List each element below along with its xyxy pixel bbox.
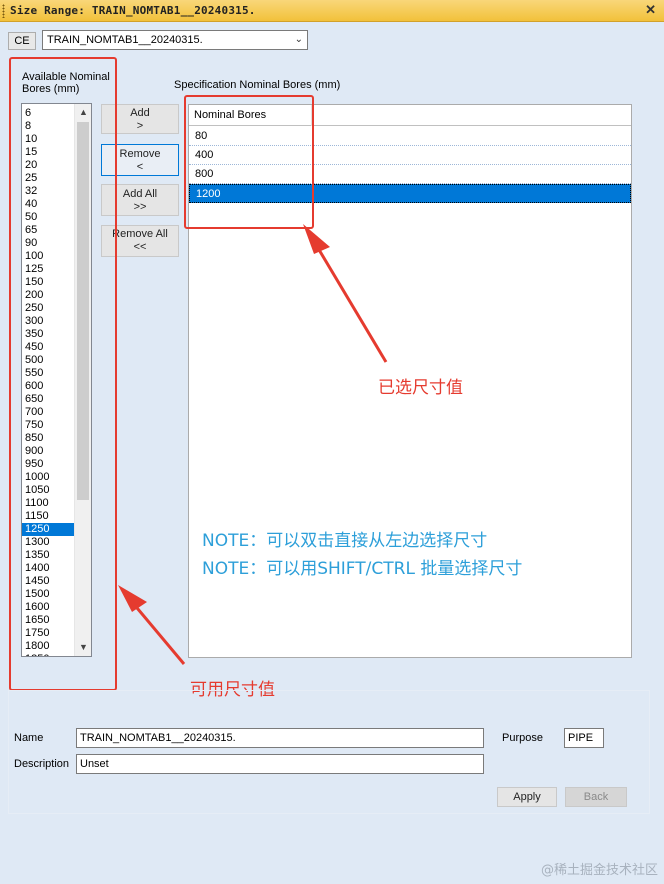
description-field[interactable]: Unset bbox=[76, 754, 484, 774]
back-button: Back bbox=[565, 787, 627, 807]
name-field[interactable]: TRAIN_NOMTAB1__20240315. bbox=[76, 728, 484, 748]
purpose-field[interactable]: PIPE bbox=[564, 728, 604, 748]
purpose-label: Purpose bbox=[502, 732, 543, 744]
apply-button[interactable]: Apply bbox=[497, 787, 557, 807]
selected-annotation: 已选尺寸值 bbox=[378, 378, 463, 398]
note-shift-ctrl: NOTE：可以用SHIFT/CTRL 批量选择尺寸 bbox=[202, 559, 523, 579]
watermark: @稀土掘金技术社区 bbox=[540, 863, 658, 878]
description-label: Description bbox=[14, 758, 70, 770]
name-label: Name bbox=[14, 732, 44, 744]
note-double-click: NOTE：可以双击直接从左边选择尺寸 bbox=[202, 531, 488, 551]
